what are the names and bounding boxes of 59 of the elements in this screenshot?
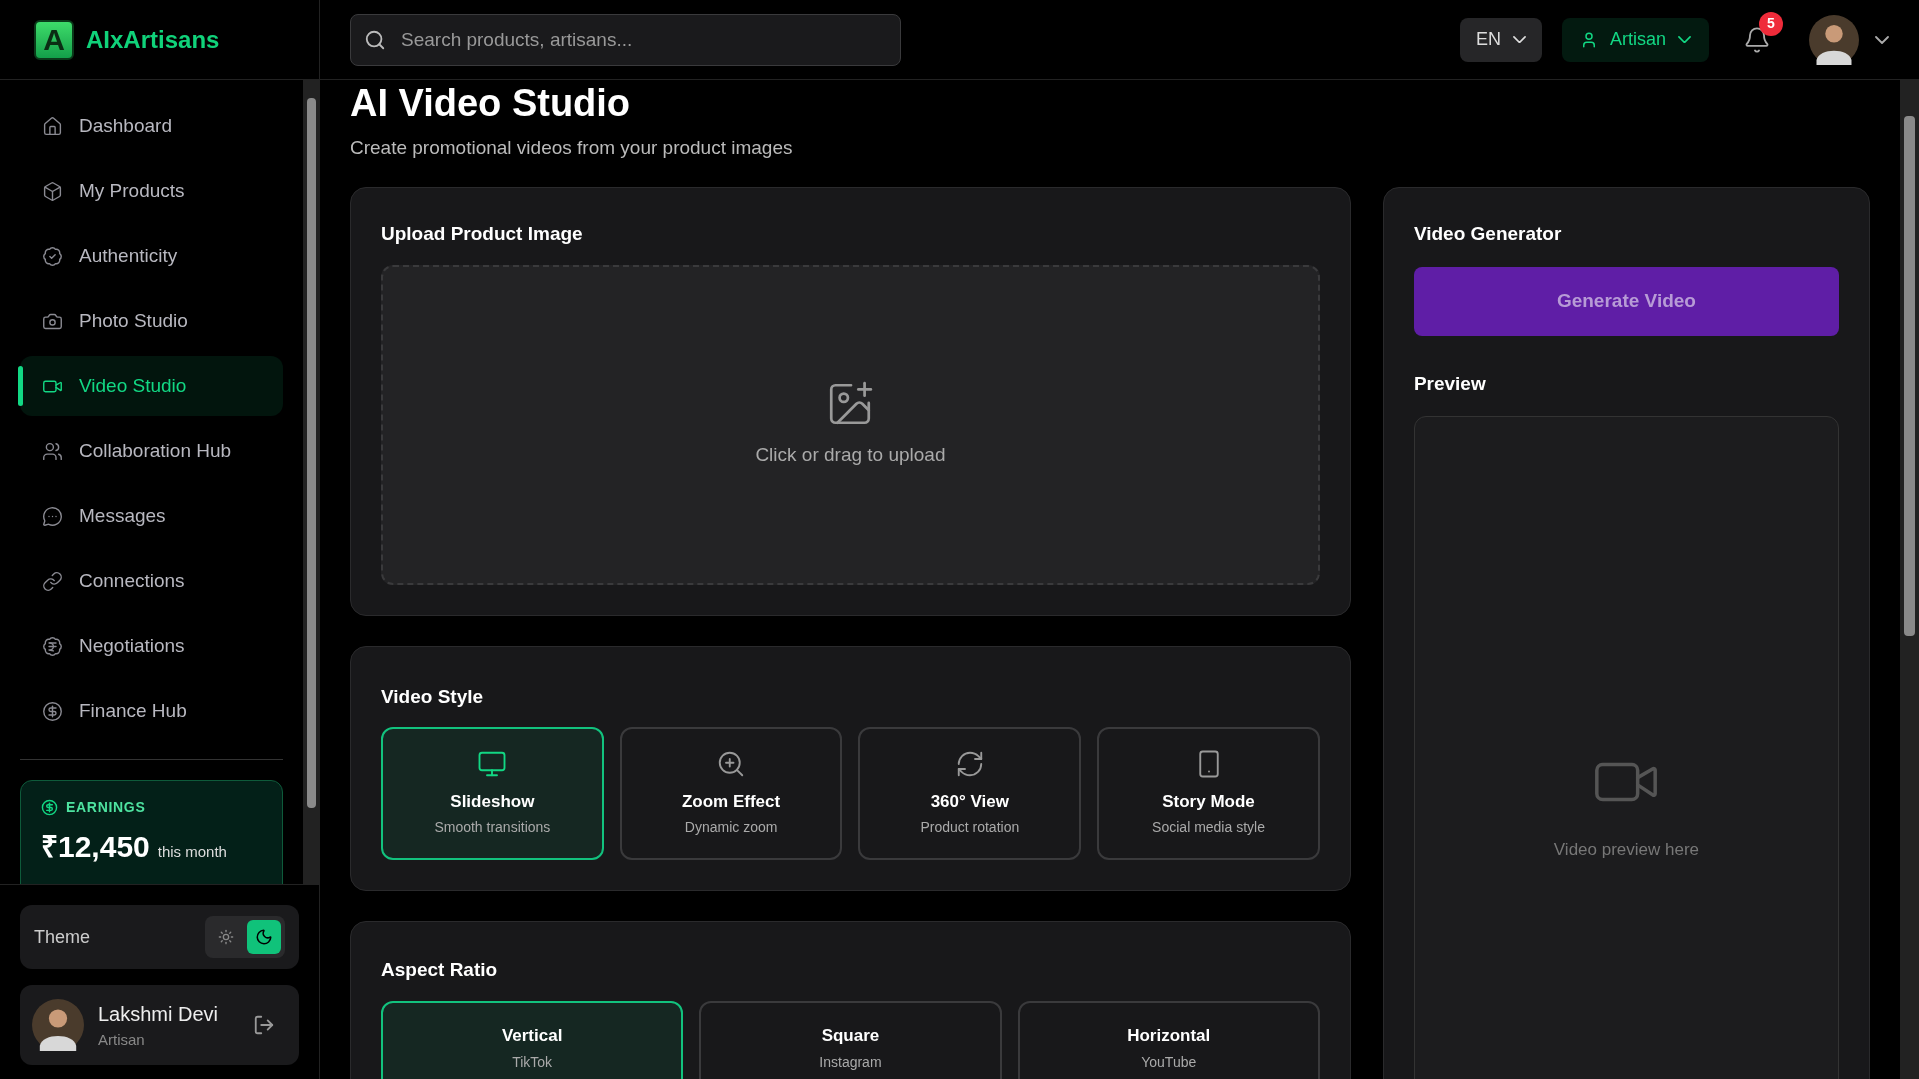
notification-badge: 5	[1759, 11, 1783, 36]
profile-menu[interactable]	[1809, 14, 1889, 65]
aspect-option[interactable]: Vertical TikTok	[381, 1000, 684, 1079]
aspect-option[interactable]: Square Instagram	[699, 1000, 1002, 1079]
style-option[interactable]: Zoom Effect Dynamic zoom	[619, 727, 843, 860]
avatar-icon	[32, 999, 84, 1051]
sidebar-item[interactable]: Video Studio	[20, 356, 283, 416]
brand-name: AIxArtisans	[86, 24, 220, 55]
style-option[interactable]: Slideshow Smooth transitions	[381, 727, 604, 860]
dollar-circle-icon	[41, 799, 58, 816]
theme-label: Theme	[34, 925, 91, 949]
preview-hint: Video preview here	[1553, 839, 1700, 861]
style-option[interactable]: Story Mode Social media style	[1097, 727, 1320, 860]
sidebar-item[interactable]: Photo Studio	[20, 291, 283, 351]
role-select[interactable]: Artisan	[1561, 17, 1709, 62]
section-title: Preview	[1413, 371, 1487, 396]
dark-mode-button[interactable]	[247, 920, 281, 954]
earnings-period: this month	[157, 842, 227, 862]
earnings-amount: ₹12,450	[41, 829, 150, 865]
sidebar-item[interactable]: Negotiations	[20, 616, 283, 676]
style-option[interactable]: 360° View Product rotation	[858, 727, 1082, 860]
upload-hint: Click or drag to upload	[755, 443, 946, 468]
upload-dropzone[interactable]: Click or drag to upload	[381, 264, 1320, 585]
language-select[interactable]: EN	[1459, 17, 1542, 62]
sidebar-item[interactable]: Authenticity	[20, 226, 283, 286]
badge-check-icon	[42, 245, 63, 267]
dollar-circle-icon	[42, 700, 63, 722]
link-icon	[42, 570, 63, 592]
logo-icon: A	[34, 19, 74, 60]
sidebar-item[interactable]: Collaboration Hub	[20, 421, 283, 481]
section-title: Video Style	[381, 684, 485, 709]
search-field[interactable]: Search products, artisans...	[350, 13, 901, 66]
sidebar-item[interactable]: Finance Hub	[20, 681, 283, 741]
box-icon	[42, 180, 63, 202]
section-title: Aspect Ratio	[381, 958, 499, 982]
page-subtitle: Create promotional videos from your product images	[350, 135, 794, 160]
page-title: AI Video Studio	[350, 81, 632, 126]
user-role: Artisan	[98, 1029, 146, 1050]
earnings-label: EARNINGS	[66, 798, 146, 817]
chevron-down-icon	[1875, 35, 1889, 44]
logout-icon	[253, 1014, 275, 1036]
aspect-option[interactable]: Horizontal YouTube	[1017, 1000, 1320, 1079]
avatar-icon	[1809, 14, 1859, 65]
chat-bubble-icon	[42, 505, 63, 527]
sidebar-item[interactable]: Messages	[20, 486, 283, 546]
sidebar-item[interactable]: My Products	[20, 161, 283, 221]
users-icon	[42, 440, 63, 462]
home-icon	[42, 115, 63, 137]
rupee-badge-icon	[42, 635, 63, 657]
moon-icon	[255, 928, 273, 946]
chevron-down-icon	[1512, 35, 1526, 44]
chevron-down-icon	[1678, 35, 1691, 44]
section-title: Video Generator	[1413, 222, 1563, 246]
user-name: Lakshmi Devi	[98, 1001, 220, 1027]
search-icon	[364, 28, 386, 51]
section-title: Upload Product Image	[381, 222, 584, 246]
sidebar-item[interactable]: Connections	[20, 551, 283, 611]
sun-icon	[218, 929, 234, 945]
sidebar-item[interactable]: Dashboard	[20, 96, 283, 156]
